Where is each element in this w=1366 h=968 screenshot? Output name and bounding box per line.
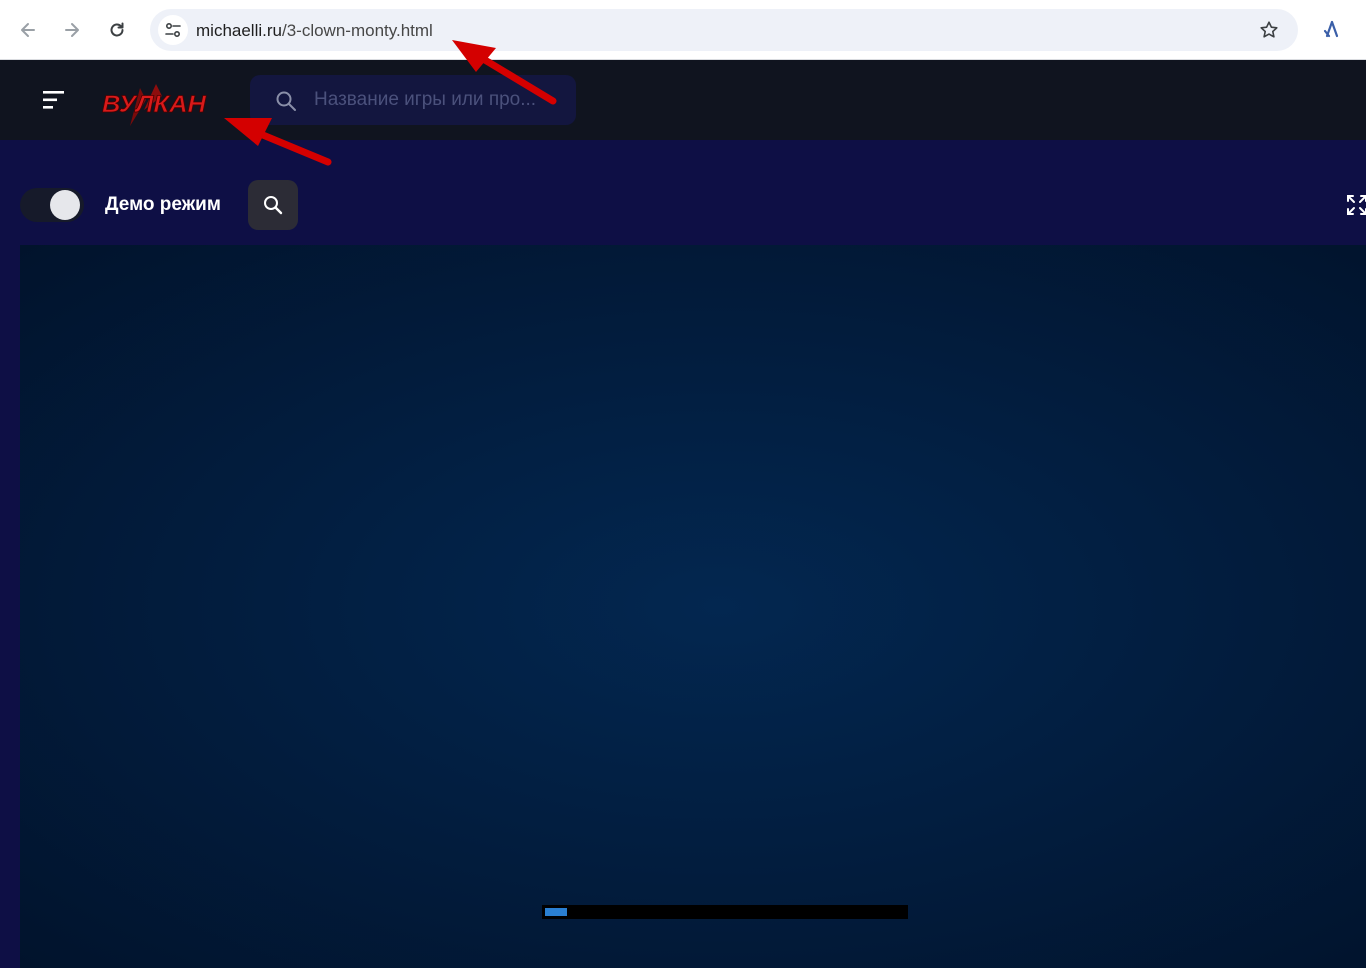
site-info-button[interactable] <box>158 15 188 45</box>
url-path: /3-clown-monty.html <box>281 21 433 40</box>
url-domain: michaelli.ru <box>196 21 282 40</box>
back-button[interactable] <box>10 12 46 48</box>
demo-mode-toggle[interactable] <box>20 188 84 222</box>
toggle-knob <box>50 190 80 220</box>
star-icon <box>1260 21 1278 38</box>
magnifier-icon <box>264 196 283 215</box>
fullscreen-icon <box>1347 195 1366 215</box>
arrow-right-icon <box>65 23 79 37</box>
loading-bar-fill <box>545 908 567 916</box>
url-text[interactable]: michaelli.ru/3-clown-monty.html <box>196 21 433 41</box>
browser-toolbar: michaelli.ru/3-clown-monty.html <box>0 0 1366 60</box>
arrow-left-icon <box>21 23 35 37</box>
search-icon <box>276 91 296 111</box>
address-bar[interactable]: michaelli.ru/3-clown-monty.html <box>150 9 1298 51</box>
menu-icon[interactable] <box>40 88 68 112</box>
extension-icon <box>1323 20 1339 38</box>
game-search-input[interactable] <box>314 83 564 117</box>
game-search-button[interactable] <box>248 180 298 230</box>
bookmark-button[interactable] <box>1258 19 1280 41</box>
site-header: ВУЛКАН <box>0 60 1366 140</box>
game-search-box <box>250 75 576 125</box>
extension-button[interactable] <box>1314 12 1350 48</box>
game-controls-bar: Демо режим <box>0 140 1366 245</box>
forward-button[interactable] <box>54 12 90 48</box>
loading-bar <box>542 905 908 919</box>
game-frame[interactable] <box>20 245 1366 968</box>
reload-button[interactable] <box>99 12 135 48</box>
fullscreen-button[interactable] <box>1344 192 1366 218</box>
logo-text: ВУЛКАН <box>102 91 207 118</box>
site-logo[interactable]: ВУЛКАН <box>100 82 210 128</box>
tune-icon <box>165 22 181 38</box>
reload-icon <box>110 22 124 37</box>
demo-mode-label: Демо режим <box>105 194 221 215</box>
